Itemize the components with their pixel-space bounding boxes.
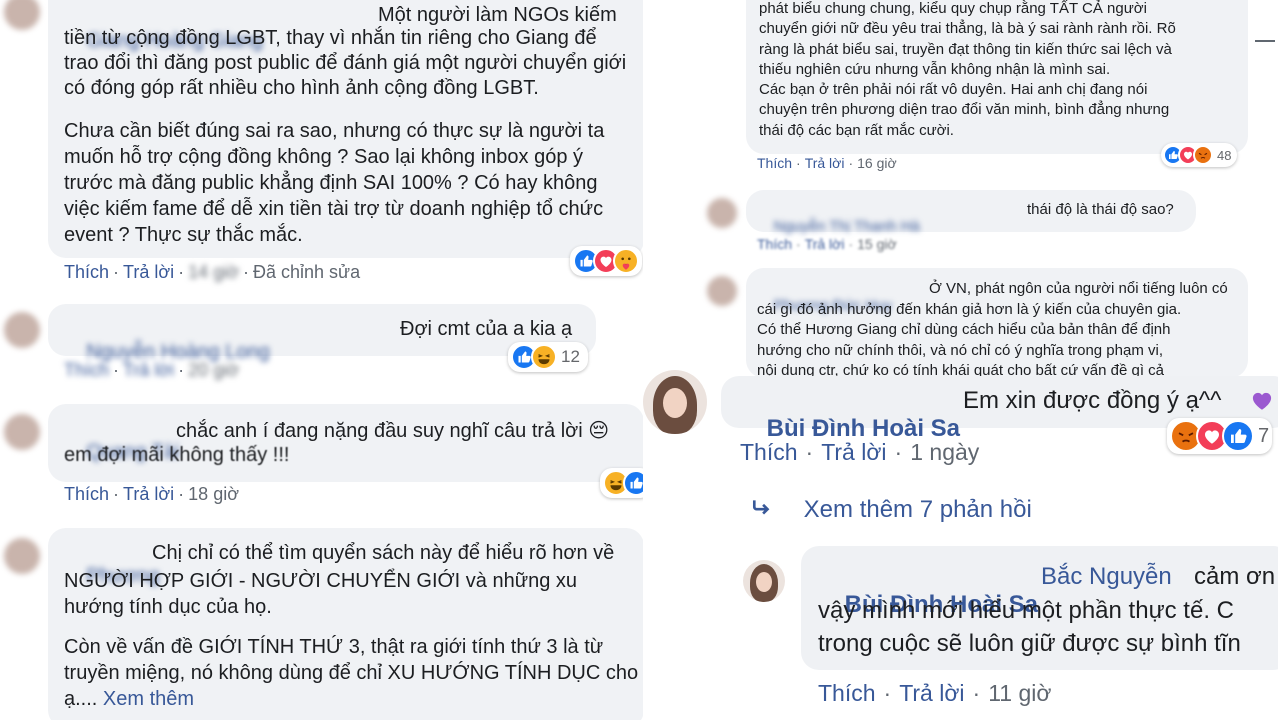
- like-link[interactable]: Thích: [757, 236, 792, 252]
- comment-text-line1: Chị chỉ có thể tìm quyển sách này để hiể…: [152, 542, 615, 564]
- comment-actions: Thích · Trả lời · 11 giờ: [818, 680, 1052, 706]
- comment-text-line3: trong cuộc sẽ luôn giữ được sự bình tĩn: [818, 630, 1241, 657]
- comment-time[interactable]: 1 ngày: [910, 439, 979, 465]
- left-screenshot-panel: Giang Hoàng Giang Một người làm NGOs kiế…: [0, 0, 643, 720]
- author-name[interactable]: Bùi Đình Hoài Sa: [767, 415, 960, 442]
- like-link[interactable]: Thích: [64, 360, 109, 380]
- comment-actions: Thích · Trả lời · 16 giờ: [757, 155, 897, 171]
- comment-actions: Thích · Trả lời · 15 giờ: [757, 236, 897, 252]
- comment-time[interactable]: 20 giờ: [188, 360, 239, 380]
- reaction-count: 12: [561, 347, 580, 366]
- like-reaction-icon: [623, 470, 643, 496]
- minimize-icon[interactable]: [1255, 40, 1275, 42]
- view-more-replies[interactable]: Xem thêm 7 phản hồi: [751, 496, 1032, 525]
- author-name[interactable]: Nguyễn Thị Thanh Hà: [774, 218, 920, 235]
- see-more-link[interactable]: Xem thêm: [103, 688, 194, 710]
- reaction-summary[interactable]: [570, 246, 642, 276]
- comment-actions: Thích · Trả lời · 18 giờ: [64, 484, 240, 504]
- haha-reaction-icon: [531, 344, 557, 370]
- comment-actions: Thích · Trả lời · 1 ngày: [740, 439, 980, 465]
- reaction-summary[interactable]: 48: [1161, 143, 1238, 167]
- comment-text: tiền từ cộng đồng LGBT, thay vì nhắn tin…: [64, 27, 627, 99]
- reaction-summary[interactable]: 7: [1167, 418, 1273, 454]
- comment-text: cái gì đó ảnh hưởng đến khán giả hơn là …: [757, 301, 1182, 379]
- reply-link[interactable]: Trả lời: [805, 155, 845, 171]
- like-reaction-icon: [1222, 420, 1254, 452]
- mention-link[interactable]: Bắc Nguyễn: [1041, 563, 1172, 591]
- reaction-count: 48: [1217, 147, 1232, 163]
- comment-text: chắc anh í đang nặng đầu suy nghĩ câu tr…: [176, 420, 610, 442]
- comment-text: phát biểu chung chung, kiểu quy chụp rằn…: [759, 0, 1176, 139]
- avatar[interactable]: [707, 198, 737, 228]
- reply-link[interactable]: Trả lời: [123, 262, 174, 282]
- comment-time[interactable]: 16 giờ: [857, 155, 897, 171]
- reply-link[interactable]: Trả lời: [899, 680, 964, 706]
- avatar[interactable]: [643, 370, 707, 434]
- comment-text-paragraph: Còn về vấn đề GIỚI TÍNH THỨ 3, thật ra g…: [64, 634, 643, 712]
- avatar[interactable]: [4, 414, 40, 450]
- reaction-count: 7: [1258, 424, 1270, 447]
- view-more-replies-label[interactable]: Xem thêm 7 phản hồi: [804, 496, 1032, 523]
- comment-text-line1: cảm ơn: [1194, 563, 1276, 590]
- comment-actions: Thích · Trả lời · 20 giờ: [64, 360, 240, 380]
- comment-text-line2: vậy mình mới hiểu một phần thực tế. C: [818, 597, 1234, 624]
- avatar[interactable]: [743, 560, 785, 602]
- reply-link[interactable]: Trả lời: [805, 236, 845, 252]
- like-link[interactable]: Thích: [757, 155, 792, 171]
- reply-link[interactable]: Trả lời: [123, 484, 174, 504]
- comment-text: Đợi cmt của a kia ạ: [400, 318, 573, 340]
- like-link[interactable]: Thích: [740, 439, 798, 465]
- angry-reaction-icon: [1193, 145, 1213, 165]
- comment-text-paragraph: Chưa cần biết đúng sai ra sao, nhưng có …: [64, 120, 605, 246]
- right-screenshot-panel: phát biểu chung chung, kiểu quy chụp rằn…: [643, 0, 1278, 720]
- comment-text-line1: Ở VN, phát ngôn của người nổi tiếng luôn…: [929, 280, 1228, 297]
- comment-text: NGƯỜI HỢP GIỚI - NGƯỜI CHUYỂN GIỚI và nh…: [64, 570, 578, 618]
- like-link[interactable]: Thích: [818, 680, 876, 706]
- avatar[interactable]: [4, 538, 40, 574]
- purple-heart-emoji: [1249, 387, 1275, 413]
- avatar[interactable]: [4, 312, 40, 348]
- comment-time[interactable]: 15 giờ: [857, 236, 897, 252]
- like-link[interactable]: Thích: [64, 484, 109, 504]
- comment-text: Em xin được đồng ý ạ^^: [963, 387, 1221, 415]
- reply-link[interactable]: Trả lời: [821, 439, 886, 465]
- edited-label: Đã chỉnh sửa: [253, 262, 361, 282]
- avatar[interactable]: [4, 0, 40, 30]
- comment-text-line1: Một người làm NGOs kiếm: [378, 4, 617, 26]
- comment-text-line2: em đợi mãi không thấy !!!: [64, 444, 290, 466]
- comment-time[interactable]: 18 giờ: [188, 484, 239, 504]
- like-link[interactable]: Thích: [64, 262, 109, 282]
- comment-actions: Thích · Trả lời · 14 giờ · Đã chỉnh sửa: [64, 262, 361, 282]
- reply-arrow-icon: [751, 496, 777, 525]
- care-reaction-icon: [613, 248, 639, 274]
- reaction-summary[interactable]: [600, 468, 643, 498]
- comment-text-content: Em xin được đồng ý ạ^^: [963, 387, 1222, 414]
- avatar[interactable]: [707, 276, 737, 306]
- reaction-summary[interactable]: 12: [508, 342, 588, 372]
- comment-time[interactable]: 14 giờ: [188, 262, 239, 282]
- comment-time[interactable]: 11 giờ: [988, 680, 1051, 706]
- comment-text: thái độ là thái độ sao?: [1027, 201, 1174, 218]
- reply-link[interactable]: Trả lời: [123, 360, 174, 380]
